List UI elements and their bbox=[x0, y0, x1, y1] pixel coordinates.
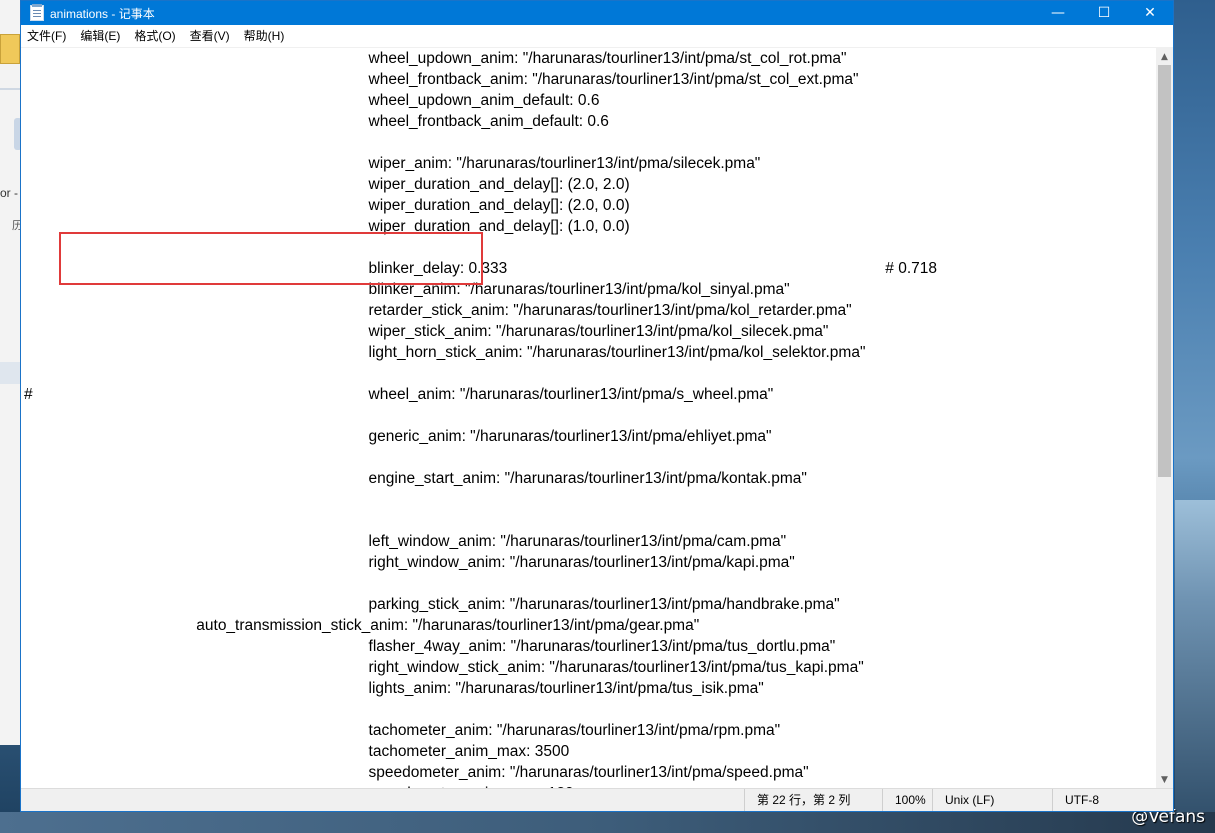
notepad-icon bbox=[30, 4, 44, 21]
text-line[interactable]: generic_anim: "/harunaras/tourliner13/in… bbox=[24, 426, 772, 447]
background-divider bbox=[0, 88, 20, 90]
folder-icon bbox=[0, 34, 20, 64]
status-line-ending: Unix (LF) bbox=[932, 789, 1052, 811]
window-controls: — ☐ ✕ bbox=[1035, 1, 1173, 25]
notepad-window: animations - 记事本 — ☐ ✕ 文件(F) 编辑(E) 格式(O)… bbox=[20, 0, 1174, 812]
text-line[interactable]: auto_transmission_stick_anim: "/harunara… bbox=[24, 615, 699, 636]
text-content[interactable]: wheel_updown_anim: "/harunaras/tourliner… bbox=[21, 48, 1156, 788]
close-button[interactable]: ✕ bbox=[1127, 1, 1173, 25]
text-line[interactable]: wiper_stick_anim: "/harunaras/tourliner1… bbox=[24, 321, 829, 342]
text-line[interactable]: right_window_anim: "/harunaras/tourliner… bbox=[24, 552, 795, 573]
text-line[interactable]: wheel_updown_anim_default: 0.6 bbox=[24, 90, 600, 111]
text-line[interactable]: blinker_anim: "/harunaras/tourliner13/in… bbox=[24, 279, 790, 300]
menu-format[interactable]: 格式(O) bbox=[127, 25, 182, 47]
text-line[interactable]: wheel_frontback_anim: "/harunaras/tourli… bbox=[24, 69, 859, 90]
text-line[interactable]: flasher_4way_anim: "/harunaras/tourliner… bbox=[24, 636, 836, 657]
scroll-up-arrow-icon[interactable]: ▲ bbox=[1156, 48, 1173, 65]
text-line[interactable]: wheel_updown_anim: "/harunaras/tourliner… bbox=[24, 48, 847, 69]
text-editor[interactable]: wheel_updown_anim: "/harunaras/tourliner… bbox=[21, 48, 1173, 788]
text-line[interactable]: retarder_stick_anim: "/harunaras/tourlin… bbox=[24, 300, 852, 321]
text-line[interactable]: # wheel_anim: "/harunaras/tourliner13/in… bbox=[24, 384, 773, 405]
menu-file[interactable]: 文件(F) bbox=[21, 25, 73, 47]
text-line[interactable]: wiper_duration_and_delay[]: (2.0, 2.0) bbox=[24, 174, 630, 195]
text-line[interactable]: parking_stick_anim: "/harunaras/tourline… bbox=[24, 594, 840, 615]
menu-edit[interactable]: 编辑(E) bbox=[73, 25, 127, 47]
background-selected-row bbox=[0, 362, 20, 384]
scroll-down-arrow-icon[interactable]: ▼ bbox=[1156, 771, 1173, 788]
desktop-wallpaper-sea bbox=[1175, 500, 1215, 833]
status-encoding: UTF-8 bbox=[1052, 789, 1152, 811]
scrollbar-thumb[interactable] bbox=[1158, 65, 1171, 477]
minimize-button[interactable]: — bbox=[1035, 1, 1081, 25]
text-line[interactable]: right_window_stick_anim: "/harunaras/tou… bbox=[24, 657, 864, 678]
text-line[interactable]: lights_anim: "/harunaras/tourliner13/int… bbox=[24, 678, 764, 699]
status-position: 第 22 行，第 2 列 bbox=[744, 789, 882, 811]
text-line[interactable]: speedometer_anim: "/harunaras/tourliner1… bbox=[24, 762, 809, 783]
title-bar[interactable]: animations - 记事本 — ☐ ✕ bbox=[21, 1, 1173, 25]
text-line[interactable]: engine_start_anim: "/harunaras/tourliner… bbox=[24, 468, 807, 489]
menu-bar: 文件(F) 编辑(E) 格式(O) 查看(V) 帮助(H) bbox=[21, 25, 1173, 48]
text-line[interactable]: blinker_delay: 0.333 # 0.718 bbox=[24, 258, 937, 279]
text-line[interactable]: wiper_anim: "/harunaras/tourliner13/int/… bbox=[24, 153, 761, 174]
text-line[interactable]: left_window_anim: "/harunaras/tourliner1… bbox=[24, 531, 787, 552]
background-text-fragment: or - bbox=[0, 186, 18, 200]
maximize-button[interactable]: ☐ bbox=[1081, 1, 1127, 25]
menu-help[interactable]: 帮助(H) bbox=[237, 25, 292, 47]
status-bar: 第 22 行，第 2 列 100% Unix (LF) UTF-8 bbox=[21, 788, 1173, 811]
text-line[interactable]: wheel_frontback_anim_default: 0.6 bbox=[24, 111, 609, 132]
status-zoom: 100% bbox=[882, 789, 932, 811]
text-line[interactable]: light_horn_stick_anim: "/harunaras/tourl… bbox=[24, 342, 866, 363]
window-title: animations - 记事本 bbox=[50, 6, 155, 21]
text-line[interactable]: tachometer_anim: "/harunaras/tourliner13… bbox=[24, 720, 781, 741]
background-app-window: or - 历 bbox=[0, 0, 23, 745]
vertical-scrollbar[interactable]: ▲ ▼ bbox=[1156, 48, 1173, 788]
desktop-wallpaper-bottom bbox=[0, 812, 1215, 833]
text-line[interactable]: wiper_duration_and_delay[]: (1.0, 0.0) bbox=[24, 216, 630, 237]
text-line[interactable]: tachometer_anim_max: 3500 bbox=[24, 741, 570, 762]
menu-view[interactable]: 查看(V) bbox=[183, 25, 237, 47]
text-line[interactable]: wiper_duration_and_delay[]: (2.0, 0.0) bbox=[24, 195, 630, 216]
